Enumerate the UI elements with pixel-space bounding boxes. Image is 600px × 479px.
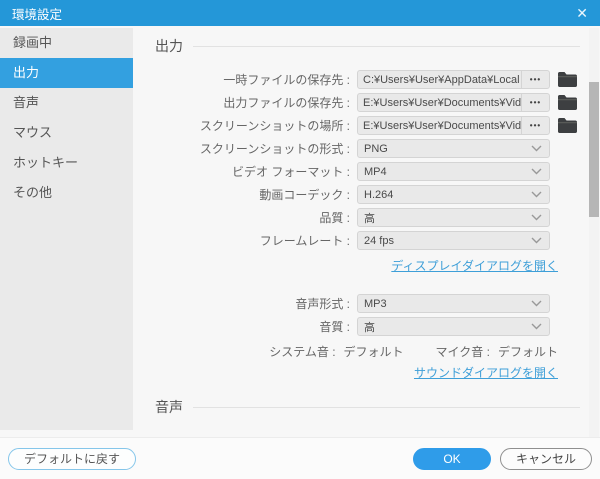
field-label: 音質 : [319,320,350,334]
output-file-path-row: 出力ファイルの保存先 : E:¥Users¥User¥Documents¥Vid… [155,91,588,114]
chevron-down-icon [531,237,549,244]
sound-dialog-link[interactable]: サウンドダイアログを開く [414,366,558,380]
screenshot-path-field[interactable]: E:¥Users¥User¥Documents¥Vid ••• [357,116,550,135]
path-value: E:¥Users¥User¥Documents¥Vid [363,96,521,109]
sidebar-item-others[interactable]: その他 [0,178,133,208]
output-settings-panel: 出力 一時ファイルの保存先 : C:¥Users¥User¥AppData¥Lo… [140,28,588,437]
output-section-header: 出力 [155,36,588,56]
system-mic-sound-row: システム音 : デフォルト マイク音 : デフォルト [155,340,558,363]
chevron-down-icon [531,323,549,330]
display-dialog-link-row: ディスプレイダイアログを開く [155,258,558,274]
temp-file-path-field[interactable]: C:¥Users¥User¥AppData¥Local ••• [357,70,550,89]
video-codec-select[interactable]: H.264 [357,185,550,204]
field-label: 音声形式 : [295,297,350,311]
dialog-title: 環境設定 [12,7,63,22]
section-title: 音声 [155,399,183,415]
open-folder-icon[interactable] [558,95,577,110]
sidebar-item-output[interactable]: 出力 [0,58,133,88]
mic-sound-label: マイク音 : [435,345,490,359]
output-file-path-field[interactable]: E:¥Users¥User¥Documents¥Vid ••• [357,93,550,112]
system-sound-value: デフォルト [343,345,404,359]
dialog-footer: デフォルトに戻す OK キャンセル [0,437,600,479]
section-divider [193,45,580,47]
select-value: PNG [364,142,388,155]
quality-select[interactable]: 高 [357,208,550,227]
select-value: 24 fps [364,234,394,247]
open-folder-icon[interactable] [558,118,577,133]
video-format-row: ビデオ フォーマット : MP4 [155,160,588,183]
select-value: MP4 [364,165,387,178]
video-codec-row: 動画コーデック : H.264 [155,183,588,206]
select-value: 高 [364,321,375,334]
audio-format-row: 音声形式 : MP3 [155,292,588,315]
sound-dialog-link-row: サウンドダイアログを開く [155,365,558,381]
field-label: 品質 : [319,211,350,225]
path-value: C:¥Users¥User¥AppData¥Local [363,73,520,86]
field-label: フレームレート : [259,234,350,248]
field-label: ビデオ フォーマット : [231,165,350,179]
system-sound-label: システム音 : [269,345,336,359]
audio-format-select[interactable]: MP3 [357,294,550,313]
screenshot-path-row: スクリーンショットの場所 : E:¥Users¥User¥Documents¥V… [155,114,588,137]
path-value: E:¥Users¥User¥Documents¥Vid [363,119,521,132]
sidebar-item-label: 出力 [13,65,40,80]
settings-sidebar: 録画中 出力 音声 マウス ホットキー その他 [0,28,133,430]
section-title: 出力 [155,38,183,54]
select-value: 高 [364,212,375,225]
chevron-down-icon [531,300,549,307]
sidebar-item-label: ホットキー [13,155,79,170]
vertical-scrollbar-thumb[interactable] [589,82,599,217]
mic-sound-value: デフォルト [497,345,558,359]
open-folder-icon[interactable] [558,72,577,87]
framerate-select[interactable]: 24 fps [357,231,550,250]
cancel-button[interactable]: キャンセル [499,447,592,470]
select-value: MP3 [364,297,387,310]
chevron-down-icon [531,168,549,175]
field-label: 出力ファイルの保存先 : [223,96,350,110]
sidebar-item-hotkey[interactable]: ホットキー [0,148,133,178]
chevron-down-icon [531,214,549,221]
display-dialog-link[interactable]: ディスプレイダイアログを開く [391,259,558,273]
sidebar-item-recording[interactable]: 録画中 [0,28,133,58]
close-icon[interactable]: ✕ [576,6,588,20]
select-value: H.264 [364,188,394,201]
dialog-titlebar: 環境設定 ✕ [0,0,600,26]
vertical-scrollbar-track[interactable] [589,28,599,437]
browse-button[interactable]: ••• [521,71,549,88]
field-label: スクリーンショットの場所 : [199,119,350,133]
sidebar-item-audio[interactable]: 音声 [0,88,133,118]
sidebar-item-label: 録画中 [13,35,53,50]
sidebar-item-mouse[interactable]: マウス [0,118,133,148]
audio-section-header: 音声 [155,397,588,417]
temp-file-path-row: 一時ファイルの保存先 : C:¥Users¥User¥AppData¥Local… [155,68,588,91]
framerate-row: フレームレート : 24 fps [155,229,588,252]
browse-button[interactable]: ••• [521,94,549,111]
section-divider [193,406,580,408]
audio-quality-row: 音質 : 高 [155,315,588,338]
chevron-down-icon [531,145,549,152]
field-label: 動画コーデック : [259,188,350,202]
screenshot-format-row: スクリーンショットの形式 : PNG [155,137,588,160]
ok-button[interactable]: OK [412,447,491,470]
quality-row: 品質 : 高 [155,206,588,229]
sidebar-item-label: マウス [13,125,53,140]
field-label: スクリーンショットの形式 : [199,142,350,156]
video-format-select[interactable]: MP4 [357,162,550,181]
reset-default-button[interactable]: デフォルトに戻す [8,447,137,470]
screenshot-format-select[interactable]: PNG [357,139,550,158]
field-label: 一時ファイルの保存先 : [223,73,350,87]
browse-button[interactable]: ••• [521,117,549,134]
sidebar-item-label: 音声 [13,95,40,110]
sidebar-item-label: その他 [13,185,53,200]
audio-quality-select[interactable]: 高 [357,317,550,336]
chevron-down-icon [531,191,549,198]
